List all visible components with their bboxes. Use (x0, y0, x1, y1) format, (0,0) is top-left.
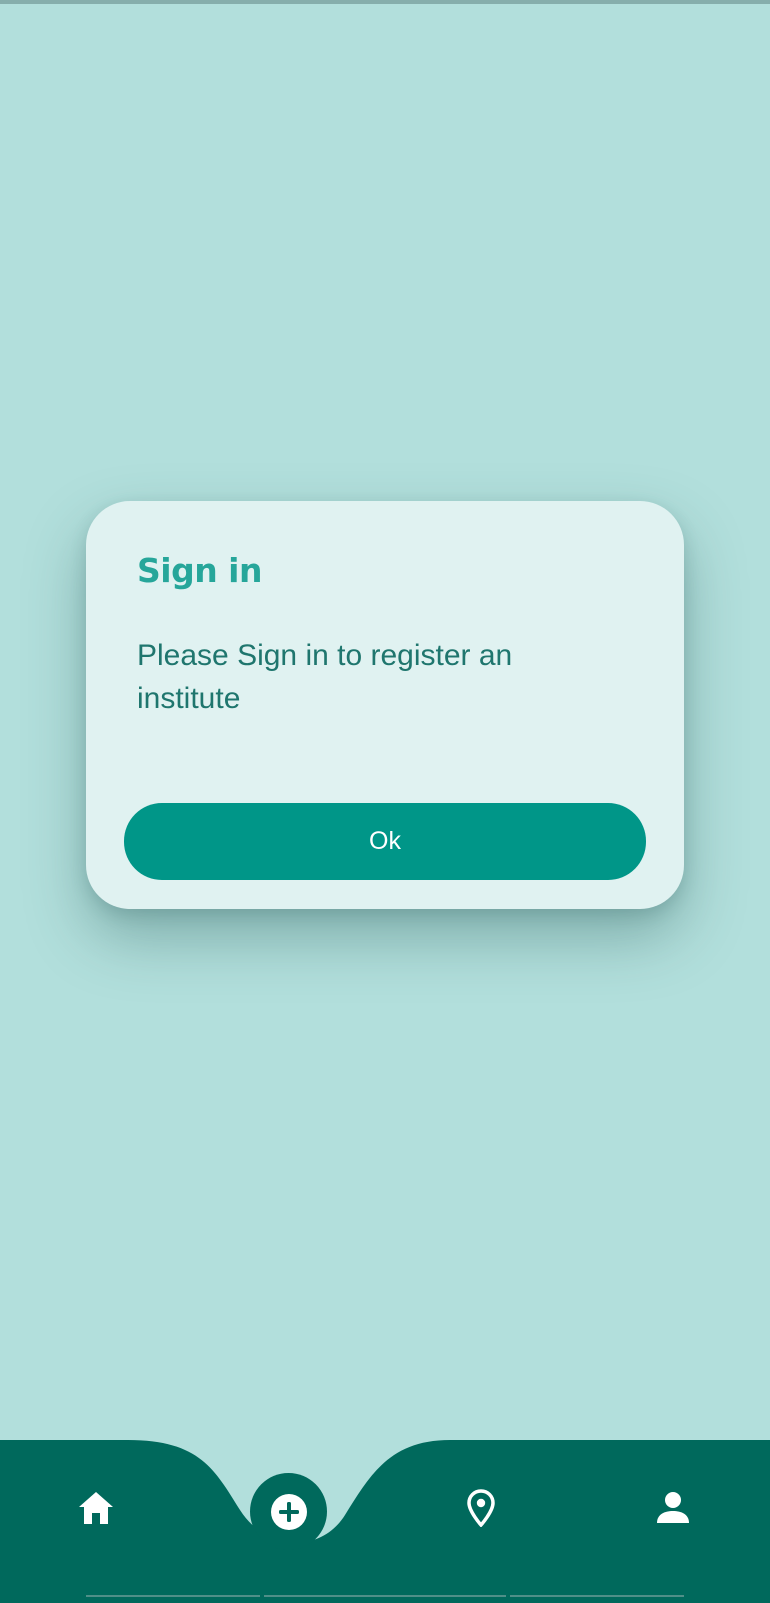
gesture-segment (86, 1595, 260, 1597)
sign-in-dialog: Sign in Please Sign in to register an in… (86, 501, 684, 909)
nav-home-button[interactable] (64, 1476, 128, 1540)
location-pin-icon (467, 1489, 495, 1527)
add-institute-button[interactable] (250, 1473, 327, 1550)
nav-location-button[interactable] (449, 1476, 513, 1540)
ok-button[interactable]: Ok (124, 803, 646, 880)
bottom-navigation-bar (0, 1440, 770, 1603)
dialog-message: Please Sign in to register an institute (137, 639, 513, 715)
system-gesture-bar (0, 1595, 770, 1603)
nav-profile-button[interactable] (641, 1476, 705, 1540)
dialog-title: Sign in (137, 551, 263, 590)
person-icon (657, 1492, 689, 1523)
add-circle-icon (270, 1493, 307, 1530)
home-icon (79, 1492, 113, 1524)
gesture-segment (510, 1595, 684, 1597)
status-bar-line (0, 0, 770, 4)
gesture-segment (264, 1595, 506, 1597)
